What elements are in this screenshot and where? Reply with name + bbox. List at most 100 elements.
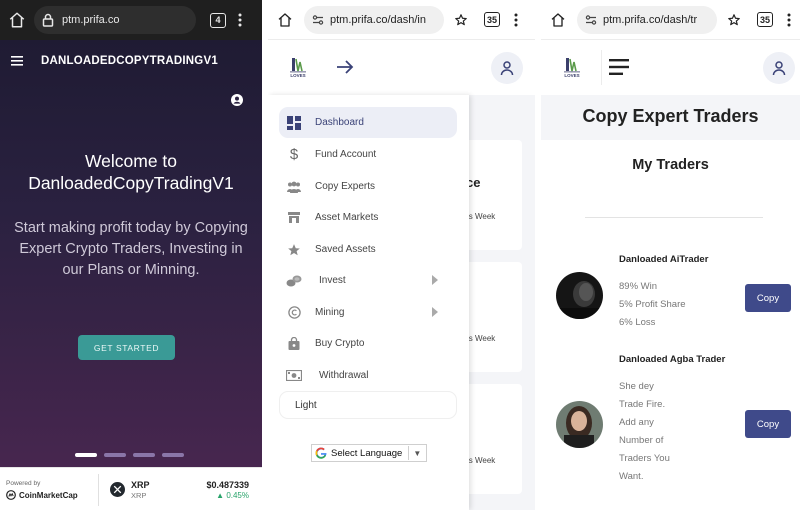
profile-button[interactable] xyxy=(491,52,523,84)
language-select-label: Select Language xyxy=(331,447,403,459)
crypto-ticker-widget: Powered by CoinMarketCap XRP XRP $0.4873… xyxy=(0,467,262,510)
hamburger-menu-icon[interactable] xyxy=(609,59,629,75)
trader-bio-line: Number of xyxy=(619,435,664,446)
carousel-dot[interactable] xyxy=(162,453,184,457)
address-bar[interactable]: ptm.prifa.co/dash/tr xyxy=(577,5,717,34)
users-icon xyxy=(279,181,309,193)
menu-item-saved-assets[interactable]: Saved Assets xyxy=(279,234,457,265)
get-started-button[interactable]: GET STARTED xyxy=(78,335,175,360)
trader-bio-line: Want. xyxy=(619,471,644,482)
hamburger-menu-icon[interactable] xyxy=(11,56,23,66)
menu-item-buy-crypto[interactable]: Buy Crypto xyxy=(279,328,457,359)
home-icon[interactable] xyxy=(545,7,571,33)
logo-text: LOVES xyxy=(564,73,580,78)
copy-trader-button[interactable]: Copy xyxy=(745,410,791,438)
coin-change-value: 0.45% xyxy=(226,491,249,500)
up-triangle-icon: ▲ xyxy=(216,491,225,500)
bag-icon xyxy=(279,337,309,350)
site-settings-icon xyxy=(585,14,597,26)
logo-text: LOVES xyxy=(290,73,306,78)
language-select[interactable]: Select Language ▼ xyxy=(311,444,427,462)
carousel-dot[interactable] xyxy=(133,453,155,457)
carousel-dot[interactable] xyxy=(104,453,126,457)
ticker-divider xyxy=(98,474,99,506)
trader-stat: 5% Profit Share xyxy=(619,299,686,310)
dashboard-icon xyxy=(279,115,309,130)
menu-item-mining[interactable]: Mining xyxy=(279,297,457,328)
navigation-drawer: Dashboard $ Fund Account Copy Experts As… xyxy=(268,95,469,510)
brand-logo[interactable]: LOVES xyxy=(288,56,308,80)
lock-icon xyxy=(42,13,54,27)
more-menu-icon[interactable] xyxy=(787,13,791,27)
menu-item-copy-experts[interactable]: Copy Experts xyxy=(279,171,457,202)
menu-item-fund-account[interactable]: $ Fund Account xyxy=(279,139,457,170)
more-menu-icon[interactable] xyxy=(238,13,242,27)
menu-item-withdrawal[interactable]: Withdrawal xyxy=(279,360,457,391)
profile-button[interactable] xyxy=(763,52,795,84)
star-icon xyxy=(279,243,309,257)
google-icon xyxy=(315,447,327,459)
brand-logo[interactable]: LOVES xyxy=(562,56,582,80)
coinmarketcap-logo[interactable]: CoinMarketCap xyxy=(6,490,78,500)
header-divider xyxy=(601,50,602,85)
menu-item-dashboard[interactable]: Dashboard xyxy=(279,107,457,138)
coins-icon xyxy=(279,275,309,287)
trader-name: Danloaded AiTrader xyxy=(619,254,709,265)
trader-avatar xyxy=(556,401,603,448)
card-caption-fragment: is Week xyxy=(467,212,496,221)
carousel-dot[interactable] xyxy=(75,453,97,457)
coin-name: XRP xyxy=(131,491,147,500)
copy-trader-button[interactable]: Copy xyxy=(745,284,791,312)
hero-section: DANLOADEDCOPYTRADINGV1 Welcome to Danloa… xyxy=(0,40,262,467)
hero-heading: Welcome to DanloadedCopyTradingV1 xyxy=(0,150,262,194)
url-text: ptm.prifa.co/dash/in xyxy=(330,13,426,26)
trader-name: Danloaded Agba Trader xyxy=(619,354,726,365)
trader-stat: 89% Win xyxy=(619,281,658,292)
address-bar[interactable]: ptm.prifa.co/dash/in xyxy=(304,5,444,34)
menu-item-label: Fund Account xyxy=(315,149,377,160)
card-caption-fragment: is Week xyxy=(467,456,496,465)
trader-bio-line: Add any xyxy=(619,417,654,428)
trader-bio-line: Trade Fire. xyxy=(619,399,666,410)
address-bar[interactable]: ptm.prifa.co xyxy=(34,6,196,34)
site-settings-icon xyxy=(312,14,324,26)
money-icon xyxy=(279,370,309,381)
trader-avatar xyxy=(556,272,603,319)
more-menu-icon[interactable] xyxy=(514,13,518,27)
dollar-icon: $ xyxy=(289,146,299,163)
home-icon[interactable] xyxy=(272,7,298,33)
app-header: LOVES xyxy=(268,40,535,95)
screenshot-stage: ptm.prifa.co 4 DANLOADEDCOPYTRADINGV1 We… xyxy=(0,0,800,510)
theme-toggle[interactable]: Light xyxy=(279,391,457,419)
traders-card xyxy=(541,140,800,510)
tab-count-button[interactable]: 35 xyxy=(484,12,500,27)
carousel-indicators xyxy=(75,453,184,457)
coin-price: $0.487339 xyxy=(206,480,249,490)
arrow-right-icon[interactable] xyxy=(335,57,355,77)
home-icon[interactable] xyxy=(4,7,30,33)
page-title: Copy Expert Traders xyxy=(582,106,759,126)
section-divider xyxy=(585,217,763,218)
caret-right-icon xyxy=(432,307,438,317)
menu-item-label: Asset Markets xyxy=(315,212,379,223)
account-icon[interactable] xyxy=(231,94,243,106)
menu-item-invest[interactable]: Invest xyxy=(279,265,457,296)
dropdown-arrow-icon: ▼ xyxy=(408,446,421,460)
coinmarketcap-icon xyxy=(6,490,16,500)
bookmark-star-icon[interactable] xyxy=(454,13,468,27)
browser-toolbar: ptm.prifa.co 4 xyxy=(0,0,262,40)
brand-name[interactable]: DANLOADEDCOPYTRADINGV1 xyxy=(41,55,218,67)
trader-bio-line: Traders You xyxy=(619,453,670,464)
menu-item-asset-markets[interactable]: Asset Markets xyxy=(279,202,457,233)
menu-item-label: Invest xyxy=(319,275,346,286)
bookmark-star-icon[interactable] xyxy=(727,13,741,27)
user-icon xyxy=(771,60,787,76)
tab-count-button[interactable]: 4 xyxy=(210,12,226,28)
powered-by-label: Powered by xyxy=(6,480,41,487)
tab-count-button[interactable]: 35 xyxy=(757,12,773,27)
dashboard-menu-panel: ptm.prifa.co/dash/in 35 LOVES ce is Week… xyxy=(268,0,535,510)
browser-toolbar: ptm.prifa.co/dash/tr 35 xyxy=(541,0,800,40)
menu-item-label: Withdrawal xyxy=(319,370,369,381)
hero-subtitle: Start making profit today by Copying Exp… xyxy=(14,220,248,278)
menu-item-label: Copy Experts xyxy=(315,181,376,192)
